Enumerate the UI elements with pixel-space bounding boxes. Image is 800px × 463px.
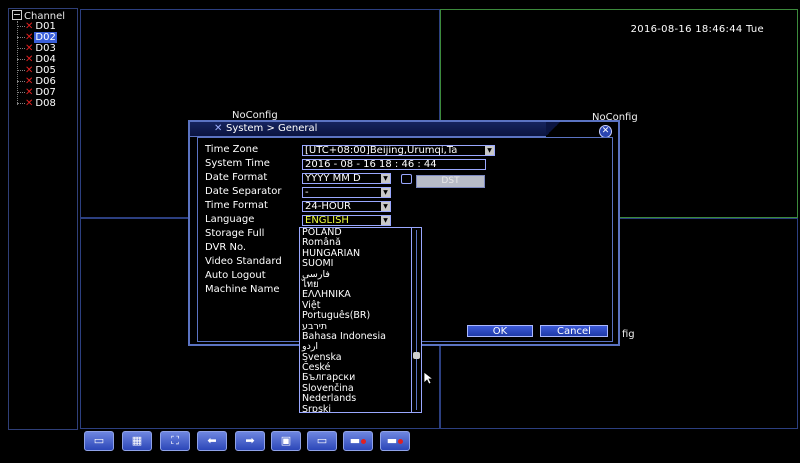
channel-item[interactable]: ✕ D03: [17, 43, 57, 54]
system-time-field[interactable]: 2016 - 08 - 16 18 : 46 : 44: [302, 159, 486, 170]
channel-item[interactable]: ✕ D05: [17, 65, 57, 76]
record-icon[interactable]: ▬: [343, 431, 373, 451]
label-dvr-no: DVR No.: [205, 242, 247, 253]
channel-item[interactable]: ✕ D06: [17, 76, 57, 87]
time-format-value: 24-HOUR: [305, 201, 351, 212]
record-stop-icon[interactable]: ▬: [380, 431, 410, 451]
collapse-icon[interactable]: [12, 10, 22, 20]
channel-label: D02: [34, 32, 57, 43]
channel-item[interactable]: ✕ D02: [17, 32, 57, 43]
mouse-cursor-icon: [423, 371, 433, 385]
dst-button[interactable]: DST: [416, 175, 485, 188]
channel-item[interactable]: ✕ D07: [17, 87, 57, 98]
channel-list: ✕ D01 ✕ D02 ✕ D03 ✕ D04 ✕ D05 ✕ D06 ✕ D07 ✕ D08: [17, 21, 57, 109]
ok-button[interactable]: OK: [467, 325, 533, 337]
label-system-time: System Time: [205, 158, 270, 169]
time-format-select[interactable]: 24-HOUR ▼: [302, 201, 391, 212]
noconfig-label-4: fig: [622, 329, 635, 340]
channel-label: D07: [35, 87, 56, 98]
offline-x-icon: ✕: [25, 76, 34, 87]
channel-item[interactable]: ✕ D08: [17, 98, 57, 109]
channel-label: D08: [35, 98, 56, 109]
label-date-format: Date Format: [205, 172, 268, 183]
dialog-title: System > General: [226, 123, 318, 134]
system-time-value: 2016 - 08 - 16 18 : 46 : 44: [305, 159, 437, 170]
date-separator-value: -: [305, 187, 309, 198]
date-format-select[interactable]: YYYY MM D ▼: [302, 173, 391, 184]
dialog-titlebar[interactable]: ✕ System > General: [190, 122, 560, 137]
label-auto-logout: Auto Logout: [205, 270, 266, 281]
channel-label: D04: [35, 54, 56, 65]
monitor-icon[interactable]: ▭: [307, 431, 337, 451]
channel-label: D05: [35, 65, 56, 76]
single-view-icon[interactable]: ▭: [84, 431, 114, 451]
chevron-down-icon[interactable]: ▼: [381, 216, 390, 225]
chevron-down-icon[interactable]: ▼: [485, 146, 494, 155]
language-option[interactable]: Português(BR): [300, 310, 411, 321]
time-zone-value: [UTC+08:00]Beijing,Urumqi,Ta: [305, 145, 458, 156]
previous-icon[interactable]: ⬅: [197, 431, 227, 451]
label-time-zone: Time Zone: [205, 144, 259, 155]
offline-x-icon: ✕: [25, 43, 34, 54]
language-option[interactable]: Srpski: [300, 404, 411, 412]
quad-view-icon[interactable]: ▦: [122, 431, 152, 451]
cancel-button[interactable]: Cancel: [540, 325, 608, 337]
date-format-value: YYYY MM D: [305, 173, 361, 184]
label-machine-name: Machine Name: [205, 284, 280, 295]
next-icon[interactable]: ➡: [235, 431, 265, 451]
label-language: Language: [205, 214, 255, 225]
scrollbar-thumb[interactable]: [413, 352, 420, 359]
chevron-down-icon[interactable]: ▼: [381, 174, 390, 183]
channel-label: D01: [35, 21, 56, 32]
label-date-separator: Date Separator: [205, 186, 282, 197]
channel-item[interactable]: ✕ D04: [17, 54, 57, 65]
language-scrollbar[interactable]: [411, 227, 422, 413]
language-select[interactable]: ENGLISH ▼: [302, 215, 391, 226]
playback-icon[interactable]: ▣: [271, 431, 301, 451]
channel-panel: Channel ✕ D01 ✕ D02 ✕ D03 ✕ D04 ✕ D05 ✕ D06 ✕ D07 ✕ D08: [8, 8, 78, 430]
datetime-display: 2016-08-16 18:46:44 Tue: [630, 24, 764, 35]
label-video-standard: Video Standard: [205, 256, 282, 267]
offline-x-icon: ✕: [25, 87, 34, 98]
language-dropdown-list[interactable]: POLAND Română HUNGARIAN SUOMI فارسی ไทย ΕΛΛΗΝΙ…: [299, 227, 412, 413]
tools-icon: ✕: [214, 123, 223, 134]
time-zone-select[interactable]: [UTC+08:00]Beijing,Urumqi,Ta ▼: [302, 145, 495, 156]
channel-item[interactable]: ✕ D01: [17, 21, 57, 32]
offline-x-icon: ✕: [25, 98, 34, 109]
chevron-down-icon[interactable]: ▼: [381, 188, 390, 197]
offline-x-icon: ✕: [25, 21, 34, 32]
offline-x-icon: ✕: [25, 65, 34, 76]
offline-x-icon: ✕: [25, 54, 34, 65]
channel-label: D03: [35, 43, 56, 54]
chevron-down-icon[interactable]: ▼: [381, 202, 390, 211]
dst-checkbox[interactable]: [401, 174, 412, 184]
language-value: ENGLISH: [305, 215, 349, 226]
channel-label: D06: [35, 76, 56, 87]
label-time-format: Time Format: [205, 200, 268, 211]
date-separator-select[interactable]: - ▼: [302, 187, 391, 198]
language-option[interactable]: SUOMI: [300, 258, 411, 269]
label-storage-full: Storage Full: [205, 228, 265, 239]
fullscreen-icon[interactable]: ⛶: [160, 431, 190, 451]
offline-x-icon: ✕: [25, 32, 34, 43]
